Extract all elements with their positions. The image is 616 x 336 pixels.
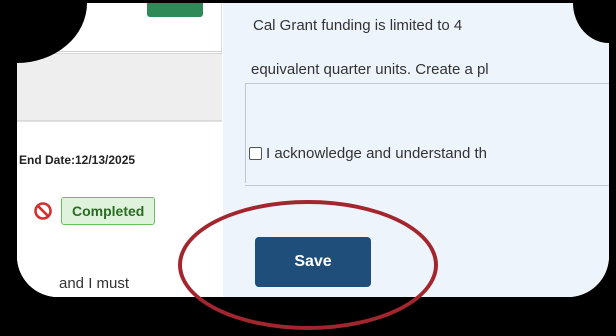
acknowledge-row[interactable]: I acknowledge and understand th bbox=[249, 145, 487, 162]
policy-text-line-1: Cal Grant funding is limited to 4 bbox=[253, 17, 463, 34]
status-badge: Completed bbox=[61, 197, 156, 225]
right-panel: Cal Grant funding is limited to 4 equiva… bbox=[223, 3, 609, 297]
end-date-label: End Date:12/13/2025 bbox=[19, 153, 136, 167]
section-border-left bbox=[245, 83, 246, 183]
section-divider-bottom bbox=[245, 185, 609, 186]
acknowledge-label: I acknowledge and understand th bbox=[266, 145, 487, 162]
left-body-text: and I must bbox=[59, 275, 130, 292]
prohibit-icon bbox=[33, 201, 53, 221]
bottom-black-band bbox=[0, 300, 616, 336]
app-window: End Date:12/13/2025 Completed and I must… bbox=[14, 0, 612, 300]
save-button[interactable]: Save bbox=[255, 237, 371, 287]
acknowledge-checkbox[interactable] bbox=[249, 147, 262, 160]
left-gray-section bbox=[17, 53, 222, 121]
policy-text-line-2: equivalent quarter units. Create a pl bbox=[251, 61, 489, 78]
screenshot-frame: End Date:12/13/2025 Completed and I must… bbox=[0, 0, 616, 336]
green-tab-accent bbox=[147, 3, 203, 17]
section-divider-top bbox=[245, 83, 609, 84]
status-row: Completed bbox=[33, 196, 156, 226]
